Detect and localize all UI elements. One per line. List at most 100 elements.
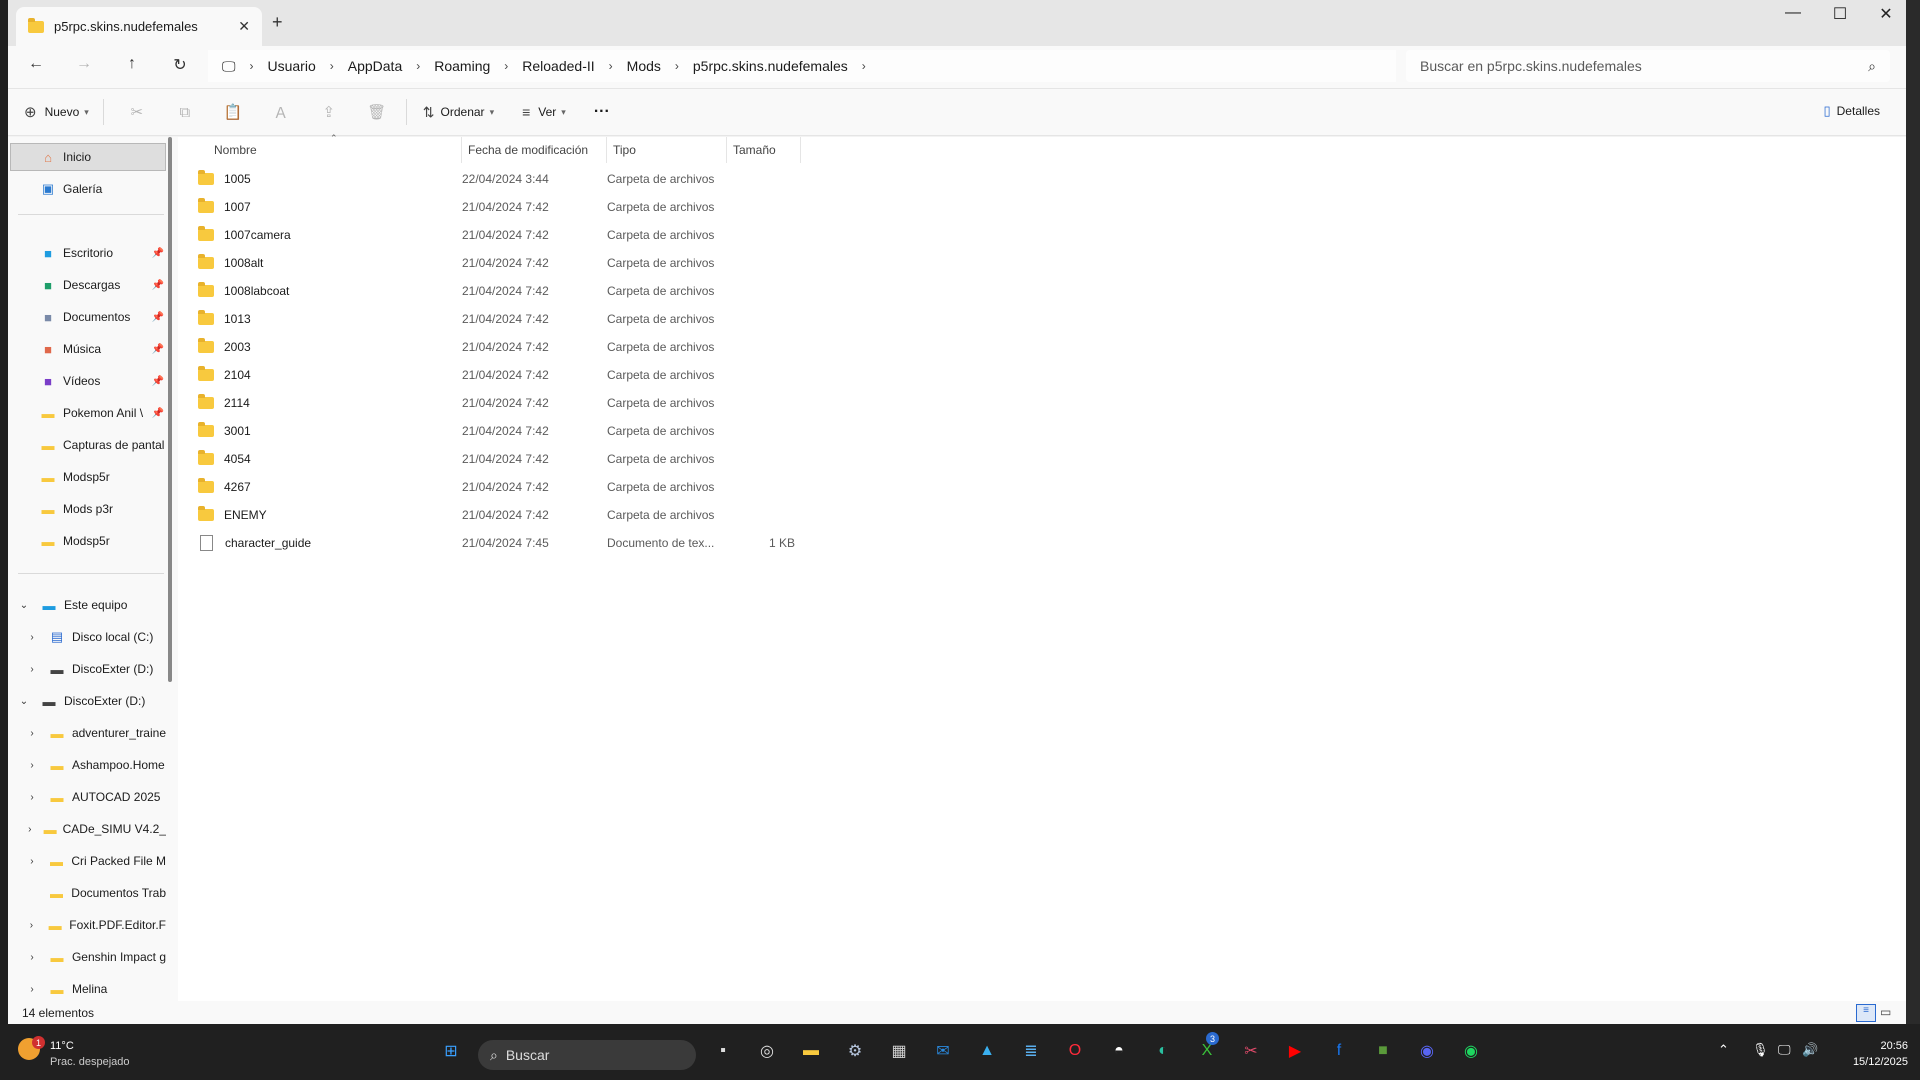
sidebar-item-this-pc[interactable]: ⌄ ▬ Este equipo <box>10 591 166 619</box>
file-row[interactable]: 1008alt 21/04/2024 7:42 Carpeta de archivo… <box>198 249 818 277</box>
forward-arrow-icon[interactable]: → <box>70 55 98 73</box>
chevron-right-icon[interactable]: › <box>26 920 37 931</box>
volume-icon[interactable]: 🔊 <box>1802 1042 1818 1058</box>
weather-description[interactable]: Prac. despejado <box>50 1056 130 1068</box>
clock-time[interactable]: 20:56 <box>1860 1040 1908 1052</box>
new-button[interactable]: ⊕ Nuevo ▾ <box>24 103 89 121</box>
view-button[interactable]: ≡ Ver ▾ <box>522 104 566 120</box>
address-bar[interactable]: 🖵 › Usuario › AppData › Roaming › Reload… <box>208 50 1396 82</box>
sidebar-item-pinned[interactable]: ▬ Modsp5r <box>10 463 166 491</box>
notepad-icon[interactable]: ≣ <box>1018 1038 1044 1064</box>
taskbar-search[interactable]: ⌕ Buscar <box>478 1040 696 1070</box>
breadcrumb-item[interactable]: Reloaded-II <box>522 58 594 74</box>
breadcrumb-item[interactable]: Mods <box>627 58 661 74</box>
chevron-down-icon[interactable]: ⌄ <box>18 696 30 707</box>
settings-icon[interactable]: ⚙ <box>842 1038 868 1064</box>
back-arrow-icon[interactable]: ← <box>22 55 50 73</box>
minecraft-icon[interactable]: ■ <box>1370 1038 1396 1064</box>
chevron-right-icon[interactable]: › <box>26 792 38 803</box>
sidebar-item-folder[interactable]: ▬ Documentos Trab <box>10 879 166 907</box>
minimize-button[interactable]: — <box>1773 4 1813 22</box>
sidebar-item-folder[interactable]: › ▬ CADe_SIMU V4.2_ <box>10 815 166 843</box>
file-row[interactable]: character_guide 21/04/2024 7:45 Documento … <box>198 529 818 557</box>
file-row[interactable]: 2114 21/04/2024 7:42 Carpeta de archivos <box>198 389 818 417</box>
chevron-right-icon[interactable]: › <box>26 632 38 643</box>
file-row[interactable]: 2104 21/04/2024 7:42 Carpeta de archivos <box>198 361 818 389</box>
chevron-right-icon[interactable]: › <box>26 856 38 867</box>
sidebar-scrollbar[interactable] <box>168 137 172 682</box>
discord-icon[interactable]: ◉ <box>1414 1038 1440 1064</box>
paste-icon[interactable]: 📋 <box>218 103 248 121</box>
sidebar-item-folder[interactable]: › ▬ Cri Packed File M <box>10 847 166 875</box>
chevron-right-icon[interactable]: › <box>26 824 34 835</box>
column-header-modified[interactable]: Fecha de modificación <box>462 137 607 163</box>
sidebar-item-pinned[interactable]: ▬ Pokemon Anil \ 📌 <box>10 399 166 427</box>
opera-icon[interactable]: O <box>1062 1038 1088 1064</box>
sidebar-item-folder[interactable]: › ▬ adventurer_traine <box>10 719 166 747</box>
rename-icon[interactable]: Ａ <box>266 102 296 123</box>
outlook-icon[interactable]: ✉ <box>930 1038 956 1064</box>
sidebar-item-pinned[interactable]: ■ Vídeos 📌 <box>10 367 166 395</box>
ubisoft-icon[interactable]: ◎ <box>754 1038 780 1064</box>
breadcrumb-item[interactable]: AppData <box>348 58 402 74</box>
sidebar-item-pinned[interactable]: ■ Música 📌 <box>10 335 166 363</box>
breadcrumb-item[interactable]: Roaming <box>434 58 490 74</box>
details-view-icon[interactable]: ≡ <box>1856 1004 1876 1022</box>
clock-date[interactable]: 15/12/2025 <box>1838 1056 1908 1068</box>
facebook-icon[interactable]: f <box>1326 1038 1352 1064</box>
spotify-icon[interactable]: ◉ <box>1458 1038 1484 1064</box>
sidebar-item-drive-d[interactable]: › ▬ DiscoExter (D:) <box>10 655 166 683</box>
file-row[interactable]: 1007camera 21/04/2024 7:42 Carpeta de arch… <box>198 221 818 249</box>
photos-icon[interactable]: ▲ <box>974 1038 1000 1064</box>
new-tab-button[interactable]: + <box>272 12 283 33</box>
sidebar-item-folder[interactable]: › ▬ Genshin Impact g <box>10 943 166 971</box>
file-row[interactable]: 4054 21/04/2024 7:42 Carpeta de archivos <box>198 445 818 473</box>
chevron-right-icon[interactable]: › <box>26 984 38 995</box>
start-icon[interactable]: ⊞ <box>438 1038 464 1064</box>
file-row[interactable]: ENEMY 21/04/2024 7:42 Carpeta de archivos <box>198 501 818 529</box>
file-row[interactable]: 3001 21/04/2024 7:42 Carpeta de archivos <box>198 417 818 445</box>
microphone-icon[interactable]: 🎙 <box>1752 1042 1769 1058</box>
sidebar-item-folder[interactable]: › ▬ Melina <box>10 975 166 1001</box>
sidebar-item-drive-c[interactable]: › ▤ Disco local (C:) <box>10 623 166 651</box>
sidebar-item-disco-exter[interactable]: ⌄ ▬ DiscoExter (D:) <box>10 687 166 715</box>
refresh-icon[interactable]: ↻ <box>166 55 194 75</box>
up-arrow-icon[interactable]: ↑ <box>118 55 146 73</box>
file-row[interactable]: 1007 21/04/2024 7:42 Carpeta de archivos <box>198 193 818 221</box>
show-hidden-icons-chevron-icon[interactable]: ⌃ <box>1718 1042 1729 1058</box>
close-window-button[interactable]: ✕ <box>1866 4 1906 24</box>
chevron-right-icon[interactable]: › <box>26 760 38 771</box>
sidebar-item-pinned[interactable]: ▬ Capturas de pantal <box>10 431 166 459</box>
file-row[interactable]: 1008labcoat 21/04/2024 7:42 Carpeta de arc… <box>198 277 818 305</box>
sidebar-item-folder[interactable]: › ▬ Ashampoo.Home <box>10 751 166 779</box>
calculator-icon[interactable]: ▦ <box>886 1038 912 1064</box>
file-row[interactable]: 1005 22/04/2024 3:44 Carpeta de archivos <box>198 165 818 193</box>
file-row[interactable]: 2003 21/04/2024 7:42 Carpeta de archivos <box>198 333 818 361</box>
chevron-right-icon[interactable]: › <box>862 59 866 73</box>
chevron-right-icon[interactable]: › <box>26 952 38 963</box>
search-input[interactable]: Buscar en p5rpc.skins.nudefemales ⌕ <box>1406 50 1890 82</box>
sidebar-item-folder[interactable]: › ▬ AUTOCAD 2025 <box>10 783 166 811</box>
breadcrumb-item[interactable]: p5rpc.skins.nudefemales <box>693 58 848 74</box>
sidebar-item-pinned[interactable]: ■ Escritorio 📌 <box>10 239 166 267</box>
sidebar-item-pinned[interactable]: ■ Documentos 📌 <box>10 303 166 331</box>
cut-icon[interactable]: ✂ <box>122 103 152 121</box>
sort-button[interactable]: ⇅ Ordenar ▾ <box>423 104 494 121</box>
breadcrumb-item[interactable]: Usuario <box>268 58 316 74</box>
share-icon[interactable]: ⇪ <box>314 103 344 121</box>
chevron-right-icon[interactable]: › <box>26 728 38 739</box>
column-header-size[interactable]: Tamaño <box>727 137 801 163</box>
edge-icon[interactable]: ◐ <box>1150 1038 1176 1064</box>
pokeball-icon[interactable]: ◓ <box>1106 1038 1132 1064</box>
network-icon[interactable]: 🖵 <box>1778 1042 1791 1058</box>
file-row[interactable]: 4267 21/04/2024 7:42 Carpeta de archivos <box>198 473 818 501</box>
sidebar-item-gallery[interactable]: ▣ Galería <box>10 175 166 203</box>
youtube-icon[interactable]: ▶ <box>1282 1038 1308 1064</box>
sidebar-item-pinned[interactable]: ▬ Mods p3r <box>10 495 166 523</box>
snipping-tool-icon[interactable]: ✂ <box>1238 1038 1264 1064</box>
explorer-tab[interactable]: p5rpc.skins.nudefemales ✕ <box>16 7 262 46</box>
sidebar-item-folder[interactable]: › ▬ Foxit.PDF.Editor.F <box>10 911 166 939</box>
chevron-down-icon[interactable]: ⌄ <box>18 600 30 611</box>
sidebar-item-home[interactable]: ⌂ Inicio <box>10 143 166 171</box>
task-view-icon[interactable]: ▪ <box>710 1038 736 1064</box>
